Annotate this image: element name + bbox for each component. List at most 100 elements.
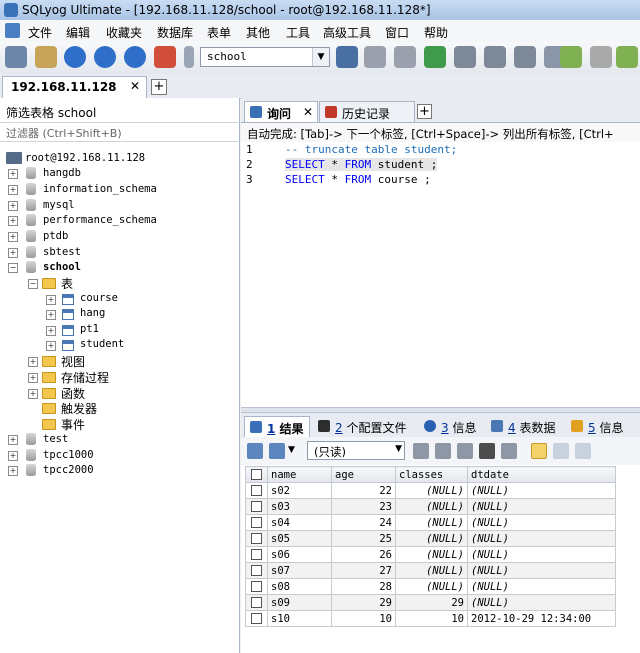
- table-cell[interactable]: s10: [267, 610, 332, 627]
- expand-icon[interactable]: +: [8, 466, 18, 476]
- execute-all-icon[interactable]: [94, 46, 116, 68]
- table-cell[interactable]: (NULL): [467, 514, 616, 531]
- export-icon[interactable]: [247, 443, 263, 459]
- expand-icon[interactable]: +: [8, 232, 18, 242]
- expand-icon[interactable]: +: [8, 169, 18, 179]
- table-cell[interactable]: (NULL): [395, 530, 468, 547]
- menu-edit[interactable]: 编辑: [66, 24, 90, 41]
- table-cell[interactable]: s08: [267, 578, 332, 595]
- table-cell[interactable]: s03: [267, 498, 332, 515]
- tree-table-course[interactable]: course: [80, 292, 118, 308]
- table-cell[interactable]: 10: [395, 610, 468, 627]
- schema-icon[interactable]: [484, 46, 506, 68]
- tree-db-tpcc2000[interactable]: tpcc2000: [43, 464, 94, 480]
- copy-table-icon[interactable]: [514, 46, 536, 68]
- table-cell[interactable]: s02: [267, 482, 332, 499]
- row-checkbox[interactable]: [245, 562, 268, 579]
- column-header[interactable]: classes: [395, 466, 468, 483]
- text-view-icon[interactable]: [575, 443, 591, 459]
- select-all-checkbox[interactable]: [245, 466, 268, 483]
- table-cell[interactable]: s04: [267, 514, 332, 531]
- more-tools-icon[interactable]: [616, 46, 638, 68]
- tree-folder-tables[interactable]: 表: [61, 275, 73, 292]
- collapse-icon[interactable]: −: [8, 263, 18, 273]
- tab-history[interactable]: 历史记录: [319, 101, 415, 122]
- insert-row-icon[interactable]: [413, 443, 429, 459]
- menu-table[interactable]: 表单: [207, 24, 231, 41]
- expand-icon[interactable]: +: [46, 295, 56, 305]
- table-cell[interactable]: 22: [331, 482, 396, 499]
- chevron-down-icon[interactable]: ▼: [395, 444, 402, 454]
- table-cell[interactable]: s05: [267, 530, 332, 547]
- database-select[interactable]: school ▼: [200, 47, 330, 67]
- tree-db-ptdb[interactable]: ptdb: [43, 230, 68, 246]
- table-cell[interactable]: 29: [395, 594, 468, 611]
- column-header[interactable]: dtdate: [467, 466, 616, 483]
- table-cell[interactable]: (NULL): [467, 562, 616, 579]
- table-row[interactable]: s10 10 10 2012-10-29 12:34:00: [245, 610, 616, 627]
- tab-query[interactable]: 询问 ✕: [244, 101, 318, 122]
- tree-db-mysql[interactable]: mysql: [43, 199, 75, 215]
- table-cell[interactable]: 10: [331, 610, 396, 627]
- connection-tab[interactable]: 192.168.11.128 ✕: [2, 76, 147, 98]
- grid-view-icon[interactable]: [531, 443, 547, 459]
- chevron-down-icon[interactable]: ▼: [312, 48, 329, 66]
- tab-info[interactable]: 5 信息: [566, 416, 636, 437]
- menu-help[interactable]: 帮助: [424, 24, 448, 41]
- table-cell[interactable]: 2012-10-29 12:34:00: [467, 610, 616, 627]
- table-cell[interactable]: (NULL): [395, 498, 468, 515]
- row-checkbox[interactable]: [245, 546, 268, 563]
- table-cell[interactable]: s07: [267, 562, 332, 579]
- new-connection-icon[interactable]: [5, 46, 27, 68]
- table-cell[interactable]: (NULL): [467, 482, 616, 499]
- tree-table-hang[interactable]: hang: [80, 307, 105, 323]
- table-row[interactable]: s07 27 (NULL) (NULL): [245, 562, 616, 579]
- table-cell[interactable]: (NULL): [467, 498, 616, 515]
- expand-icon[interactable]: +: [28, 373, 38, 383]
- table-cell[interactable]: 29: [331, 594, 396, 611]
- table-cell[interactable]: (NULL): [467, 594, 616, 611]
- table-cell[interactable]: (NULL): [467, 530, 616, 547]
- table-cell[interactable]: 25: [331, 530, 396, 547]
- collapse-icon[interactable]: −: [28, 279, 38, 289]
- tree-folder-procedures[interactable]: 存储过程: [61, 369, 109, 386]
- menu-window[interactable]: 窗口: [385, 24, 409, 41]
- menu-other[interactable]: 其他: [246, 24, 270, 41]
- column-header[interactable]: age: [331, 466, 396, 483]
- tab-profile[interactable]: 2 个配置文件: [313, 416, 413, 437]
- row-checkbox[interactable]: [245, 530, 268, 547]
- tree-db-test[interactable]: test: [43, 433, 68, 449]
- table-row[interactable]: s08 28 (NULL) (NULL): [245, 578, 616, 595]
- column-header[interactable]: name: [267, 466, 332, 483]
- table-cell[interactable]: (NULL): [395, 482, 468, 499]
- expand-icon[interactable]: +: [8, 216, 18, 226]
- expand-icon[interactable]: +: [8, 201, 18, 211]
- table-cell[interactable]: (NULL): [395, 562, 468, 579]
- settings-icon[interactable]: [590, 46, 612, 68]
- table-cell[interactable]: s09: [267, 594, 332, 611]
- tab-messages[interactable]: 3 信息: [419, 416, 483, 437]
- save-icon[interactable]: [457, 443, 473, 459]
- expand-icon[interactable]: +: [46, 326, 56, 336]
- tab-table-data[interactable]: 4 表数据: [486, 416, 564, 437]
- document-icon[interactable]: [5, 23, 20, 38]
- table-row[interactable]: s02 22 (NULL) (NULL): [245, 482, 616, 499]
- tree-db-hangdb[interactable]: hangdb: [43, 167, 81, 183]
- result-mode-select[interactable]: (只读) ▼: [307, 441, 405, 460]
- tree-table-student[interactable]: student: [80, 338, 124, 354]
- user-manager-icon[interactable]: [336, 46, 358, 68]
- row-checkbox[interactable]: [245, 514, 268, 531]
- import-icon[interactable]: [424, 46, 446, 68]
- stop-icon[interactable]: [124, 46, 146, 68]
- table-cell[interactable]: (NULL): [467, 546, 616, 563]
- table-cell[interactable]: (NULL): [395, 578, 468, 595]
- table-row[interactable]: s03 23 (NULL) (NULL): [245, 498, 616, 515]
- menu-advanced-tools[interactable]: 高级工具: [323, 24, 371, 41]
- form-view-icon[interactable]: [553, 443, 569, 459]
- import-icon[interactable]: [269, 443, 285, 459]
- row-checkbox[interactable]: [245, 578, 268, 595]
- table-row[interactable]: s05 25 (NULL) (NULL): [245, 530, 616, 547]
- backup-database-icon[interactable]: [364, 46, 386, 68]
- add-query-tab-button[interactable]: +: [417, 104, 432, 119]
- execute-icon[interactable]: [64, 46, 86, 68]
